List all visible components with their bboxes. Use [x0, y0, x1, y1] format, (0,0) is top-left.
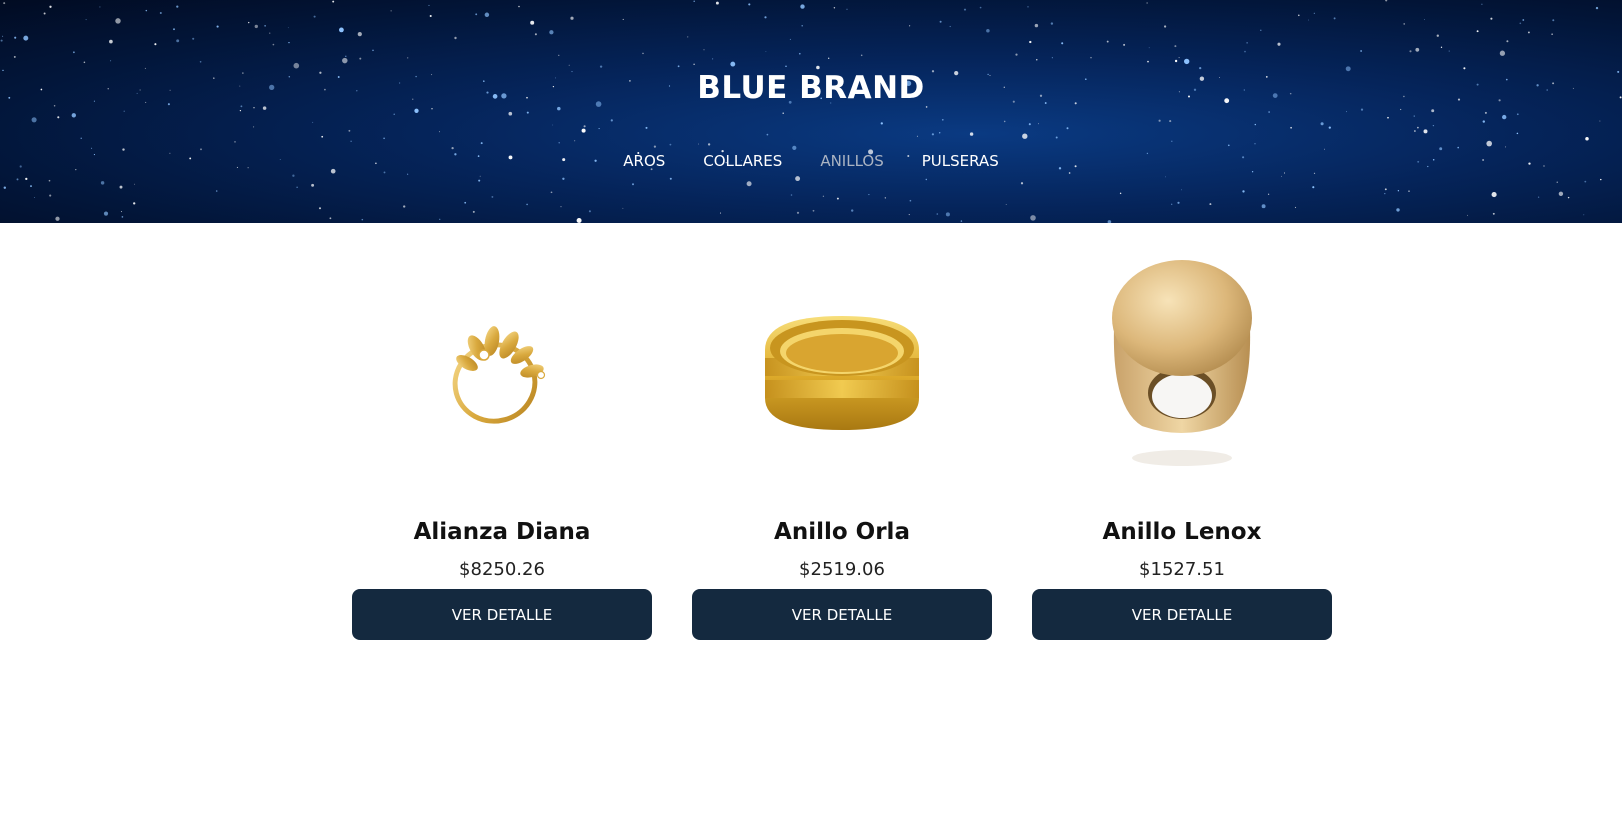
leaf-ring-image — [452, 326, 546, 424]
nav-item-collares[interactable]: COLLARES — [684, 152, 801, 170]
hero-header: BLUE BRAND AROS COLLARES ANILLOS PULSERA… — [0, 0, 1622, 223]
brand-title: BLUE BRAND — [697, 70, 925, 106]
nav-item-pulseras[interactable]: PULSERAS — [903, 152, 1018, 170]
nav-item-aros[interactable]: AROS — [604, 152, 684, 170]
product-grid: Alianza Diana $8250.26 VER DETALLE Anill… — [352, 223, 1332, 640]
product-image-gold-leaf-ring[interactable] — [352, 223, 652, 513]
product-price: $2519.06 — [799, 559, 885, 580]
product-name: Alianza Diana — [413, 519, 591, 545]
signet-ring-image — [1112, 260, 1252, 466]
view-detail-button[interactable]: VER DETALLE — [692, 589, 992, 640]
view-detail-button[interactable]: VER DETALLE — [352, 589, 652, 640]
product-card: Anillo Orla $2519.06 VER DETALLE — [692, 223, 992, 640]
product-image-gold-band-ring[interactable] — [692, 223, 992, 513]
product-image-gold-signet-ring[interactable] — [1032, 223, 1332, 513]
nav-item-anillos[interactable]: ANILLOS — [801, 152, 902, 170]
starfield-background — [0, 0, 1622, 223]
product-card: Anillo Lenox $1527.51 VER DETALLE — [1032, 223, 1332, 640]
band-ring-image — [765, 316, 919, 430]
product-card: Alianza Diana $8250.26 VER DETALLE — [352, 223, 652, 640]
product-price: $1527.51 — [1139, 559, 1225, 580]
product-name: Anillo Orla — [774, 519, 910, 545]
product-price: $8250.26 — [459, 559, 545, 580]
view-detail-button[interactable]: VER DETALLE — [1032, 589, 1332, 640]
product-name: Anillo Lenox — [1102, 519, 1262, 545]
category-nav: AROS COLLARES ANILLOS PULSERAS — [0, 152, 1622, 170]
